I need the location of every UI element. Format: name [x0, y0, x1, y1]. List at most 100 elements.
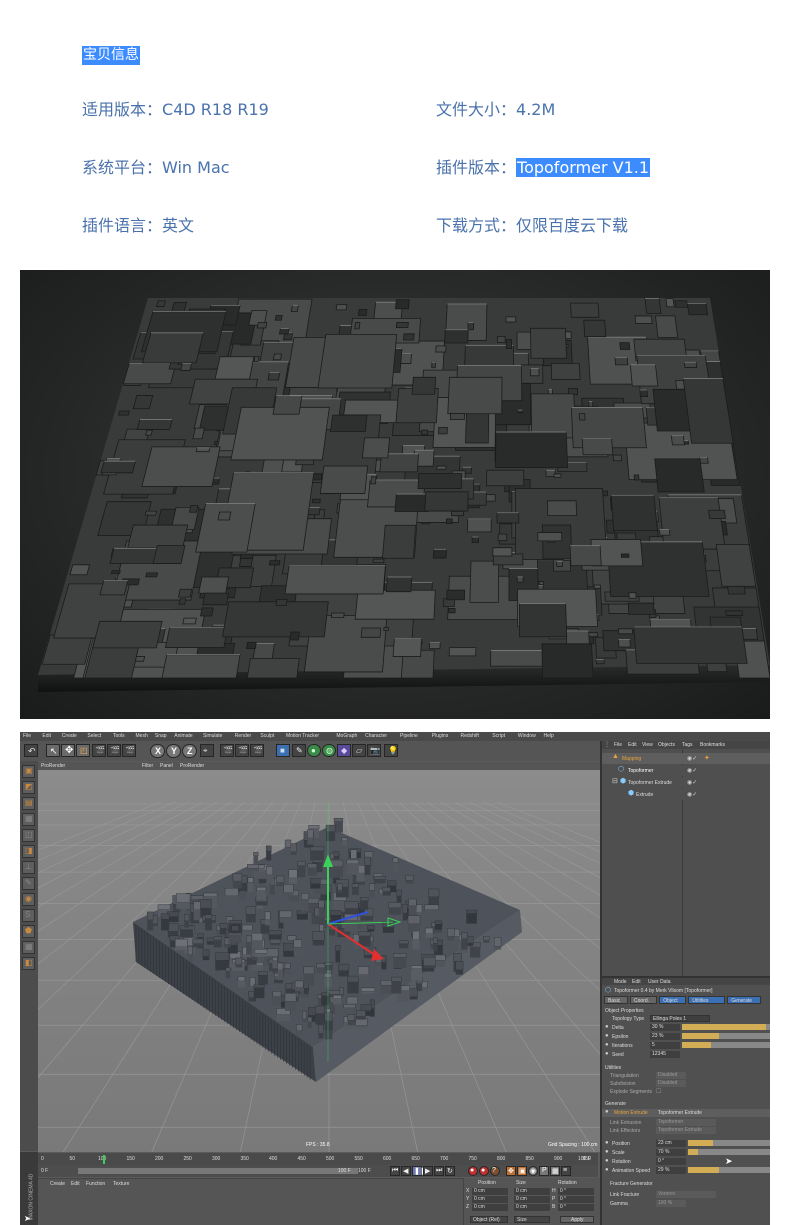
link-field[interactable]: Topoformer Extrude [656, 1127, 716, 1134]
visibility-toggle-icon[interactable]: ◉✓ [687, 791, 697, 798]
coords-position-field[interactable]: 0 cm [472, 1196, 508, 1203]
param-slider[interactable] [682, 1024, 770, 1030]
timeline-ruler[interactable]: 0501001502002503003504004505005506006507… [38, 1153, 598, 1165]
coords-position-field[interactable]: 0 cm [472, 1204, 508, 1211]
spline-button[interactable]: ✎ [292, 744, 306, 757]
y-axis-lock-button[interactable]: Y [166, 744, 181, 758]
coordinate-system-button[interactable]: ⌖ [200, 744, 214, 757]
frame-range-slider[interactable] [78, 1168, 358, 1174]
c4d-menu-animate[interactable]: Animate [174, 733, 192, 739]
palette-button[interactable]: ⊥ [22, 861, 35, 874]
coords-size-field[interactable]: 0 cm [514, 1188, 550, 1195]
om-menu-file[interactable]: File [614, 742, 622, 748]
om-menu-bookmarks[interactable]: Bookmarks [700, 742, 725, 748]
link-field[interactable]: Topoformer [656, 1119, 716, 1126]
am-menu-mode[interactable]: Mode [614, 979, 627, 985]
c4d-viewport[interactable]: ProRender Filter Panel ProRender FPS : 3… [38, 762, 620, 1152]
c4d-menu-tools[interactable]: Tools [113, 733, 125, 739]
palette-button[interactable]: ✎ [22, 877, 35, 890]
param-slider[interactable] [682, 1042, 770, 1048]
palette-button[interactable]: ◫ [22, 829, 35, 842]
play-button[interactable]: ❚❚ [412, 1166, 426, 1176]
render-active-view-button[interactable]: 🎬 [220, 744, 234, 757]
c4d-menu-render[interactable]: Render [235, 733, 251, 739]
coords-rotation-field[interactable]: 0 ° [558, 1196, 594, 1203]
mograph-button[interactable]: ◍ [322, 744, 336, 757]
attribute-tab-generate[interactable]: Generate [727, 996, 761, 1004]
gen-param-slider[interactable] [688, 1140, 770, 1146]
go-to-end-button[interactable]: ⏭ [434, 1166, 444, 1176]
om-row-topoformer[interactable]: ⬡ Topoformer ◉✓ [602, 765, 770, 776]
deformer-button[interactable]: ◆ [337, 744, 351, 757]
coords-rotation-field[interactable]: 0 ° [558, 1204, 594, 1211]
go-to-start-button[interactable]: ⏮ [390, 1166, 400, 1176]
palette-button[interactable]: ◨ [22, 845, 35, 858]
key-rotation-button[interactable]: ◉ [528, 1166, 538, 1176]
c4d-menu-mograph[interactable]: MoGraph [336, 733, 357, 739]
loop-button[interactable]: ↻ [445, 1166, 455, 1176]
coords-rotation-field[interactable]: 0 ° [558, 1188, 594, 1195]
om-row-mapping[interactable]: ▲ Mapping ◉✓ ✦ [602, 753, 770, 764]
c4d-menu-snap[interactable]: Snap [155, 733, 167, 739]
c4d-menu-help[interactable]: Help [544, 733, 554, 739]
om-row-extrude[interactable]: ⬢ Extrude ◉✓ [602, 789, 770, 800]
param-slider[interactable] [682, 1033, 770, 1039]
c4d-menu-sculpt[interactable]: Sculpt [260, 733, 274, 739]
am-menu-edit[interactable]: Edit [632, 979, 641, 985]
attribute-tab-object[interactable]: Object [659, 996, 687, 1004]
keyframe-selection-button[interactable]: ? [490, 1166, 500, 1176]
palette-button[interactable]: ◉ [22, 893, 35, 906]
live-select-button[interactable]: ↖ [46, 744, 60, 757]
palette-button[interactable]: ▣ [22, 765, 35, 778]
undo-button[interactable]: ↶ [24, 744, 38, 757]
start-frame-field[interactable]: 0 F [41, 1168, 48, 1174]
key-scale-button[interactable]: ▣ [517, 1166, 527, 1176]
coords-size-field[interactable]: 0 cm [514, 1196, 550, 1203]
om-menu-edit[interactable]: Edit [628, 742, 637, 748]
attribute-tab-basic[interactable]: Basic [604, 996, 628, 1004]
coords-mode-dropdown[interactable]: Object (Rel) [470, 1216, 508, 1223]
gen-param-field[interactable]: 0 ° [656, 1158, 686, 1165]
om-menu-objects[interactable]: Objects [658, 742, 675, 748]
c4d-menu-create[interactable]: Create [62, 733, 77, 739]
render-button[interactable]: 🎬 [107, 744, 121, 757]
material-menu-edit[interactable]: Edit [71, 1181, 80, 1187]
c4d-menu-mesh[interactable]: Mesh [136, 733, 148, 739]
gen-param-slider[interactable] [688, 1149, 770, 1155]
c4d-menu-edit[interactable]: Edit [42, 733, 51, 739]
key-pla-button[interactable]: ▦ [550, 1166, 560, 1176]
generator-button[interactable]: ● [307, 744, 321, 757]
tag-icon[interactable]: ✦ [704, 754, 710, 762]
move-button[interactable]: ✥ [61, 744, 75, 757]
c4d-menu-motion-tracker[interactable]: Motion Tracker [286, 733, 319, 739]
next-frame-button[interactable]: ▶ [423, 1166, 433, 1176]
apply-button[interactable]: Apply [560, 1216, 594, 1223]
key-position-button[interactable]: ✥ [506, 1166, 516, 1176]
render-to-picture-viewer-button[interactable]: 🎬 [235, 744, 249, 757]
x-axis-lock-button[interactable]: X [150, 744, 165, 758]
expand-icon[interactable]: ⊟ [612, 777, 618, 785]
gen-param-field[interactable]: 70 % [656, 1149, 686, 1156]
param-field[interactable]: 23 % [650, 1033, 680, 1040]
c4d-menu-window[interactable]: Window [518, 733, 536, 739]
scale-button[interactable]: ◰ [76, 744, 90, 757]
c4d-menu-simulate[interactable]: Simulate [203, 733, 222, 739]
attribute-tab-utilities[interactable]: Utilities [688, 996, 726, 1004]
material-menu-create[interactable]: Create [50, 1181, 65, 1187]
topology-type-dropdown[interactable]: Ellinga Poles 1 [650, 1015, 710, 1022]
gamma-field[interactable]: 100 % [656, 1200, 686, 1207]
c4d-menu-character[interactable]: Character [365, 733, 387, 739]
om-row-topoformer-extrude[interactable]: ⊟ ⬢ Topoformer Extrude ◉✓ [602, 777, 770, 788]
z-axis-lock-button[interactable]: Z [182, 744, 197, 758]
end-frame-field[interactable]: 100 F [358, 1168, 371, 1174]
autokey-button[interactable]: ● [479, 1166, 489, 1176]
palette-button[interactable]: ▤ [22, 797, 35, 810]
om-menu-tags[interactable]: Tags [682, 742, 693, 748]
link-fracture-field[interactable]: Voronoi [656, 1191, 716, 1198]
om-menu-view[interactable]: View [642, 742, 653, 748]
coords-size-field[interactable]: 0 cm [514, 1204, 550, 1211]
light-button[interactable]: 💡 [384, 744, 398, 757]
render-view-button[interactable]: 🎬 [92, 744, 106, 757]
utility-dropdown[interactable]: Disabled [656, 1080, 686, 1087]
timeline-playhead[interactable] [103, 1155, 105, 1164]
